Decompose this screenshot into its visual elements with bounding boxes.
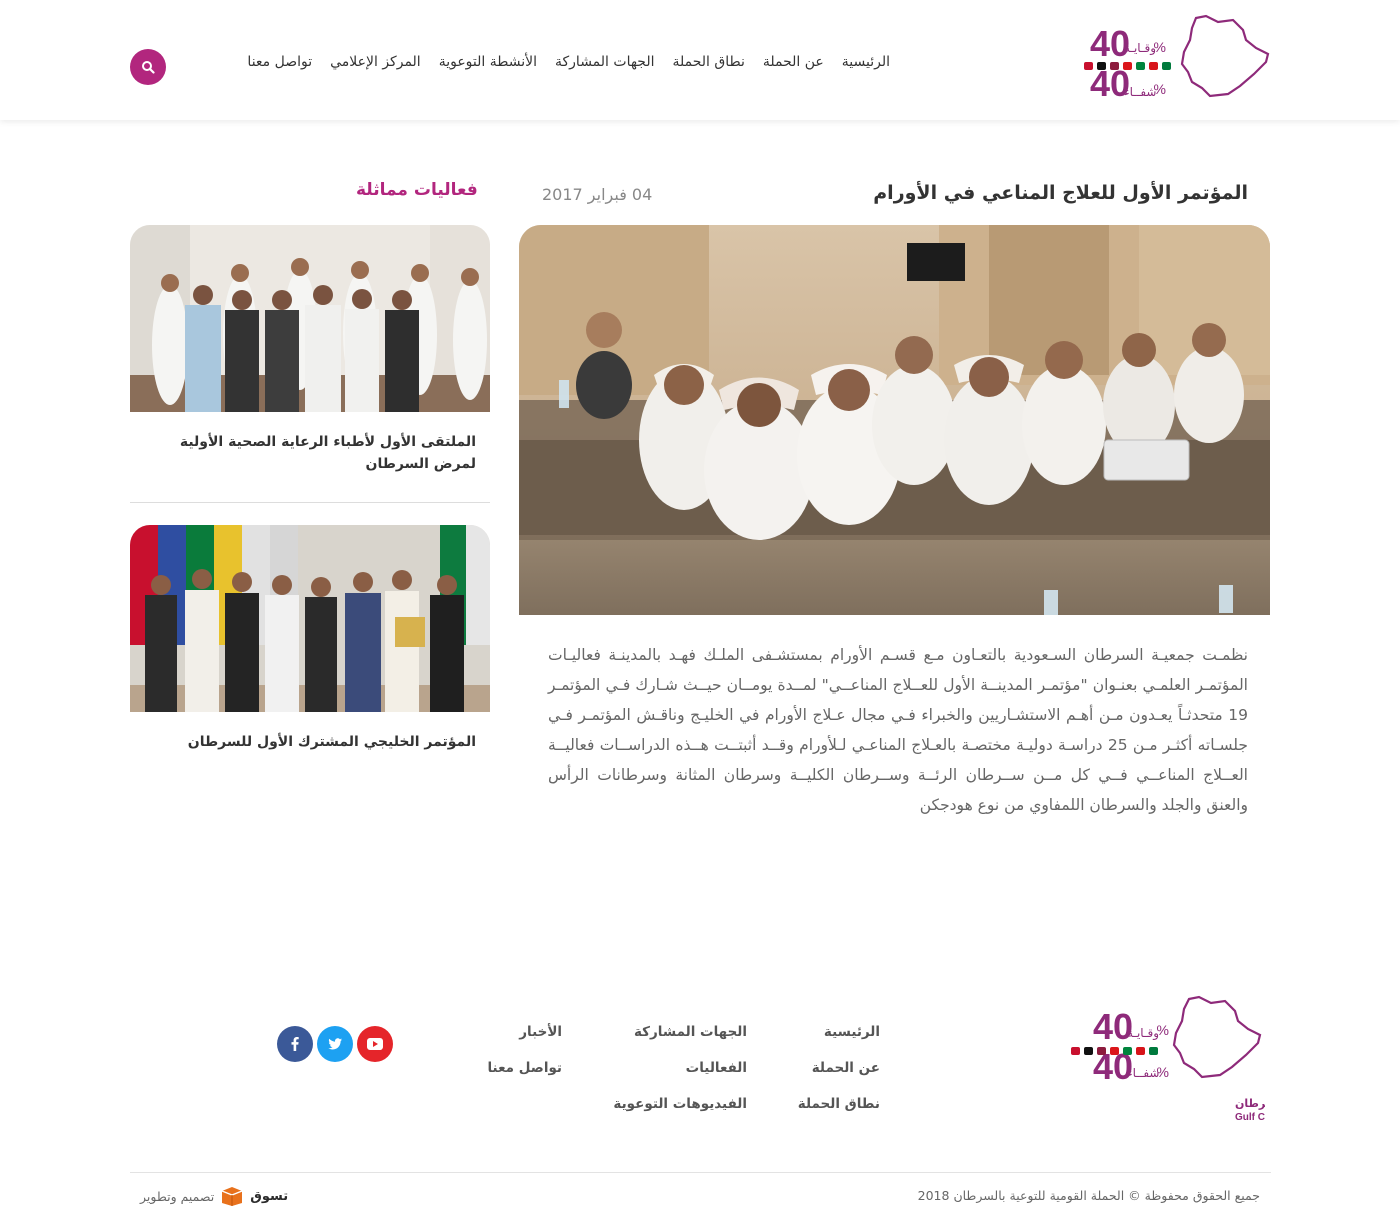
article-date: 04 فبراير 2017 <box>542 185 653 204</box>
site-logo[interactable]: 40 % 40 % وقـايـة شفــاء <box>1078 12 1272 104</box>
footer-logo[interactable]: 40 % 40 % وقـايـة شفــاء الحملة الخليجية… <box>1065 995 1400 1125</box>
tasawaq-logo-icon <box>221 1187 243 1206</box>
copyright-text: جميع الحقوق محفوظة © الحملة القومية للتو… <box>917 1188 1260 1203</box>
twitter-button[interactable] <box>317 1026 353 1062</box>
footer-links-col-2: الجهات المشاركة الفعاليات الفيديوهات الت… <box>613 1024 747 1116</box>
nav-item-activities[interactable]: الأنشطة التوعوية <box>439 54 537 70</box>
related-item-2-image[interactable] <box>130 525 490 712</box>
svg-text:وقـايـة: وقـايـة <box>1127 1026 1159 1041</box>
facebook-icon <box>291 1037 299 1051</box>
credits-label: تصميم وتطوير <box>140 1188 215 1204</box>
svg-text:وقـايـة: وقـايـة <box>1124 41 1156 56</box>
related-item-2-title[interactable]: المؤتمر الخليجي المشترك الأول للسرطان <box>140 731 476 753</box>
svg-text:شفــاء: شفــاء <box>1127 1066 1159 1080</box>
credits-brand: تسوق <box>250 1188 289 1204</box>
footer-link-about[interactable]: عن الحملة <box>798 1060 880 1080</box>
nav-item-home[interactable]: الرئيسية <box>842 54 890 70</box>
search-button[interactable] <box>130 49 166 85</box>
related-divider <box>130 502 490 503</box>
site-header: 40 % 40 % وقـايـة شفــاء الرئيسية عن الح… <box>0 0 1400 120</box>
footer-divider <box>130 1172 1271 1173</box>
facebook-button[interactable] <box>277 1026 313 1062</box>
footer-link-news[interactable]: الأخبار <box>487 1024 562 1044</box>
footer-link-partners[interactable]: الجهات المشاركة <box>613 1024 747 1044</box>
main-nav: الرئيسية عن الحملة نطاق الحملة الجهات ال… <box>247 54 890 70</box>
footer-link-home[interactable]: الرئيسية <box>798 1024 880 1044</box>
footer-link-videos[interactable]: الفيديوهات التوعوية <box>613 1096 747 1116</box>
footer-link-scope[interactable]: نطاق الحملة <box>798 1096 880 1116</box>
nav-item-scope[interactable]: نطاق الحملة <box>672 54 744 70</box>
credits[interactable]: تصميم وتطوير تسوق <box>140 1185 288 1207</box>
twitter-icon <box>328 1038 342 1050</box>
search-icon <box>142 61 155 74</box>
youtube-icon <box>367 1038 383 1050</box>
related-item-1-title[interactable]: الملتقى الأول لأطباء الرعاية الصحية الأو… <box>140 431 476 475</box>
footer-link-contact[interactable]: تواصل معنا <box>487 1060 562 1080</box>
svg-text:Gulf Campaign for Cancer Aware: Gulf Campaign for Cancer Awareness <box>1235 1112 1265 1123</box>
related-events-heading: فعاليات مماثلة <box>356 180 478 200</box>
article-title: المؤتمر الأول للعلاج المناعي في الأورام <box>873 182 1248 204</box>
nav-item-media[interactable]: المركز الإعلامي <box>330 54 421 70</box>
nav-item-contact[interactable]: تواصل معنا <box>247 54 312 70</box>
footer-links-col-1: الرئيسية عن الحملة نطاق الحملة <box>798 1024 880 1116</box>
footer-links-col-3: الأخبار تواصل معنا <box>487 1024 562 1080</box>
svg-text:الحملة الخليجية للتوعية بالسرط: الحملة الخليجية للتوعية بالسرطان <box>1235 1097 1265 1110</box>
nav-item-about[interactable]: عن الحملة <box>763 54 824 70</box>
youtube-button[interactable] <box>357 1026 393 1062</box>
article-image <box>519 225 1270 615</box>
related-item-1-image[interactable] <box>130 225 490 412</box>
svg-text:شفــاء: شفــاء <box>1124 85 1156 99</box>
nav-item-partners[interactable]: الجهات المشاركة <box>555 54 654 70</box>
footer-link-events[interactable]: الفعاليات <box>613 1060 747 1080</box>
article-body: نظمـت جمعيـة السرطان السـعودية بالتعـاون… <box>548 646 1249 814</box>
